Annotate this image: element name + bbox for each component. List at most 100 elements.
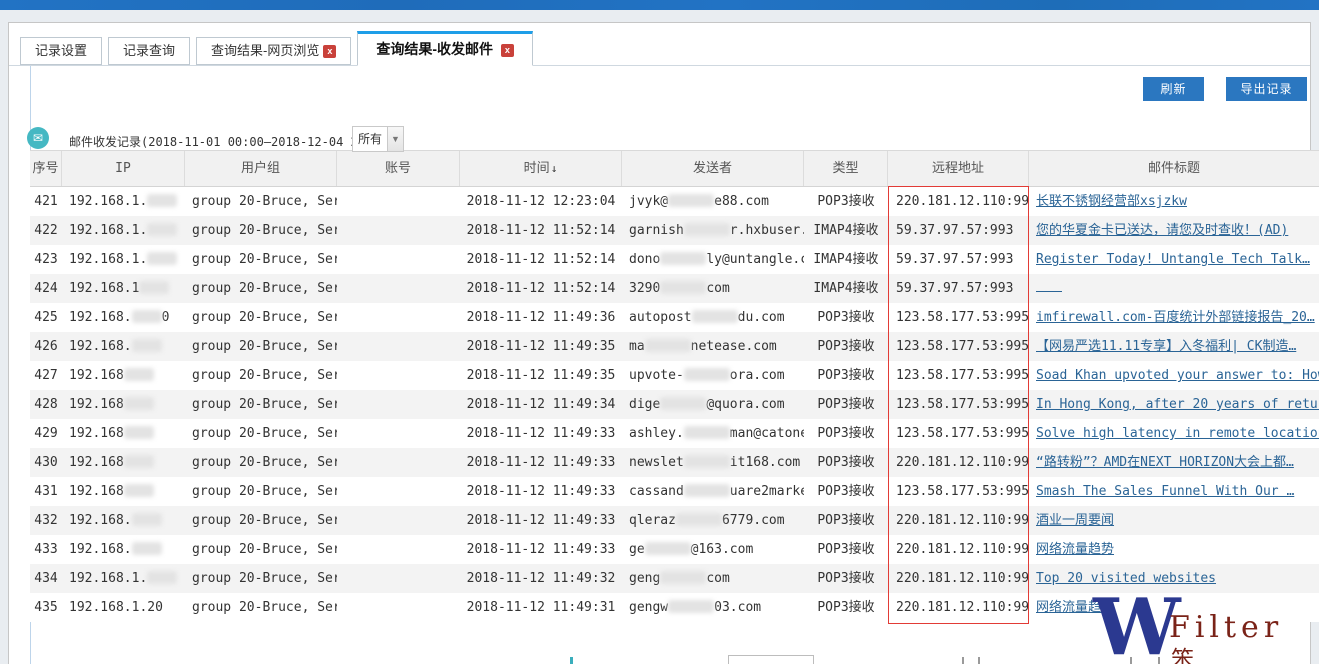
- cell-type: POP3接收: [804, 564, 888, 593]
- email-title-link[interactable]: “路转粉”？AMD在NEXT HORIZON大会上都…: [1036, 455, 1294, 470]
- next-page-icon[interactable]: [978, 657, 980, 664]
- cell-sender: manetease.com: [622, 332, 804, 361]
- chevron-down-icon[interactable]: ▼: [387, 127, 403, 151]
- cell-text: POP3接收: [817, 455, 874, 470]
- cell-text: qleraz: [629, 513, 676, 528]
- column-header-account[interactable]: 账号: [337, 151, 460, 186]
- table-row[interactable]: 428192.168group 20-Bruce, Serv…2018-11-1…: [30, 390, 1319, 419]
- email-title-link[interactable]: 长联不锈钢经营部xsjzkw: [1036, 194, 1187, 209]
- censored-text: [660, 571, 706, 584]
- cell-text: 192.168.: [69, 339, 132, 354]
- email-title-link[interactable]: 您的华夏金卡已送达，请您及时查收！(AD): [1036, 223, 1288, 238]
- email-title-link[interactable]: 网络流量趋势: [1036, 542, 1114, 557]
- cell-text: group 20-Bruce, Serv…: [192, 310, 337, 325]
- column-label: 类型: [832, 161, 858, 176]
- table-row[interactable]: 423192.168.1.group 20-Bruce, Serv…2018-1…: [30, 245, 1319, 274]
- email-records-table: 序号IP 用户组 账号时间↓发送者 类型 远程地址 邮件标题 421192.168.1.g…: [30, 150, 1319, 622]
- next-page-icon[interactable]: [962, 657, 964, 664]
- column-header-title[interactable]: 邮件标题: [1029, 151, 1319, 186]
- cell-text: 192.168.1.: [69, 223, 147, 238]
- email-title-link[interactable]: 网络流量趋势: [1036, 600, 1114, 615]
- email-title-link[interactable]: In Hong Kong, after 20 years of return…: [1036, 397, 1319, 412]
- cell-text: 2018-11-12 11:49:33: [467, 484, 616, 499]
- cell-text: 192.168.: [69, 542, 132, 557]
- cell-text: POP3接收: [817, 368, 874, 383]
- column-header-sender[interactable]: 发送者: [622, 151, 804, 186]
- cell-remote: 123.58.177.53:995: [888, 361, 1029, 390]
- column-label: 用户组: [241, 161, 280, 176]
- cell-text: 03.com: [714, 600, 761, 615]
- column-header-no[interactable]: 序号: [30, 151, 62, 186]
- first-page-icon[interactable]: [570, 657, 573, 664]
- cell-title: 【网易严选11.11专享】入冬福利| CK制造…: [1029, 332, 1319, 361]
- last-page-icon[interactable]: [1158, 657, 1160, 664]
- cell-sender: upvote-ora.com: [622, 361, 804, 390]
- table-row[interactable]: 435192.168.1.20group 20-Bruce, Serv…2018…: [30, 593, 1319, 622]
- close-tab-icon[interactable]: x: [323, 45, 336, 58]
- table-row[interactable]: 427192.168group 20-Bruce, Serv…2018-11-1…: [30, 361, 1319, 390]
- cell-remote: 59.37.97.57:993: [888, 274, 1029, 303]
- column-header-remote[interactable]: 远程地址: [888, 151, 1029, 186]
- cell-text: 123.58.177.53:995: [896, 368, 1029, 383]
- column-header-ip[interactable]: IP: [62, 151, 185, 186]
- tab-result-emails[interactable]: 查询结果-收发邮件 x: [357, 31, 533, 66]
- cell-account: [337, 332, 460, 361]
- page-number-input[interactable]: [728, 655, 814, 664]
- email-title-link[interactable]: Solve high latency in remote locations…: [1036, 426, 1319, 441]
- cell-title: 您的华夏金卡已送达，请您及时查收！(AD): [1029, 216, 1319, 245]
- table-row[interactable]: 422192.168.1.group 20-Bruce, Serv…2018-1…: [30, 216, 1319, 245]
- cell-text: e88.com: [714, 194, 769, 209]
- table-row[interactable]: 425192.168.0group 20-Bruce, Serv…2018-11…: [30, 303, 1319, 332]
- cell-no: 422: [30, 216, 62, 245]
- email-title-link[interactable]: Register Today! Untangle Tech Talk…: [1036, 252, 1310, 267]
- cell-ip: 192.168.1: [62, 274, 185, 303]
- cell-text: 423: [34, 252, 57, 267]
- type-filter-dropdown[interactable]: 所有 ▼: [352, 126, 404, 152]
- column-header-group[interactable]: 用户组: [185, 151, 337, 186]
- close-tab-icon[interactable]: x: [501, 44, 514, 57]
- table-row[interactable]: 429192.168group 20-Bruce, Serv…2018-11-1…: [30, 419, 1319, 448]
- column-label: 远程地址: [932, 161, 984, 176]
- export-records-button[interactable]: 导出记录: [1226, 77, 1307, 101]
- email-title-link[interactable]: [1036, 281, 1062, 292]
- table-row[interactable]: 432192.168.group 20-Bruce, Serv…2018-11-…: [30, 506, 1319, 535]
- table-row[interactable]: 434192.168.1.group 20-Bruce, Serv…2018-1…: [30, 564, 1319, 593]
- table-row[interactable]: 433192.168.group 20-Bruce, Serv…2018-11-…: [30, 535, 1319, 564]
- email-title-link[interactable]: Smash The Sales Funnel With Our …: [1036, 484, 1294, 499]
- email-title-link[interactable]: 酒业一周要闻: [1036, 513, 1114, 528]
- table-row[interactable]: 426192.168.group 20-Bruce, Serv…2018-11-…: [30, 332, 1319, 361]
- cell-text: 2018-11-12 11:49:33: [467, 455, 616, 470]
- cell-type: POP3接收: [804, 535, 888, 564]
- cell-account: [337, 535, 460, 564]
- tab-record-query[interactable]: 记录查询: [108, 37, 190, 65]
- tab-record-settings[interactable]: 记录设置: [20, 37, 102, 65]
- cell-no: 431: [30, 477, 62, 506]
- last-page-icon[interactable]: [1130, 657, 1132, 664]
- cell-no: 435: [30, 593, 62, 622]
- tab-label: 记录查询: [123, 43, 175, 58]
- table-row[interactable]: 421192.168.1.group 20-Bruce, Serv…2018-1…: [30, 187, 1319, 216]
- cell-account: [337, 216, 460, 245]
- table-row[interactable]: 431192.168group 20-Bruce, Serv…2018-11-1…: [30, 477, 1319, 506]
- cell-account: [337, 245, 460, 274]
- cell-sender: ashley.man@catonetworl: [622, 419, 804, 448]
- censored-text: [132, 339, 162, 352]
- email-title-link[interactable]: imfirewall.com-百度统计外部链接报告_20…: [1036, 310, 1315, 325]
- cell-remote: 123.58.177.53:995: [888, 477, 1029, 506]
- table-row[interactable]: 424192.168.1group 20-Bruce, Serv…2018-11…: [30, 274, 1319, 303]
- email-title-link[interactable]: Soad Khan upvoted your answer to: How …: [1036, 368, 1319, 383]
- cell-title: “路转粉”？AMD在NEXT HORIZON大会上都…: [1029, 448, 1319, 477]
- table-row[interactable]: 430192.168group 20-Bruce, Serv…2018-11-1…: [30, 448, 1319, 477]
- cell-text: autopost: [629, 310, 692, 325]
- column-header-type[interactable]: 类型: [804, 151, 888, 186]
- email-title-link[interactable]: Top 20 visited websites: [1036, 571, 1216, 586]
- cell-title: 网络流量趋势: [1029, 593, 1319, 622]
- censored-text: [147, 571, 177, 584]
- tab-result-web-browsing[interactable]: 查询结果-网页浏览x: [196, 37, 351, 65]
- cell-title: Soad Khan upvoted your answer to: How …: [1029, 361, 1319, 390]
- refresh-button[interactable]: 刷新: [1143, 77, 1204, 101]
- cell-account: [337, 274, 460, 303]
- email-title-link[interactable]: 【网易严选11.11专享】入冬福利| CK制造…: [1036, 339, 1296, 354]
- cell-time: 2018-11-12 11:49:36: [460, 303, 622, 332]
- column-header-time[interactable]: 时间↓: [460, 151, 622, 186]
